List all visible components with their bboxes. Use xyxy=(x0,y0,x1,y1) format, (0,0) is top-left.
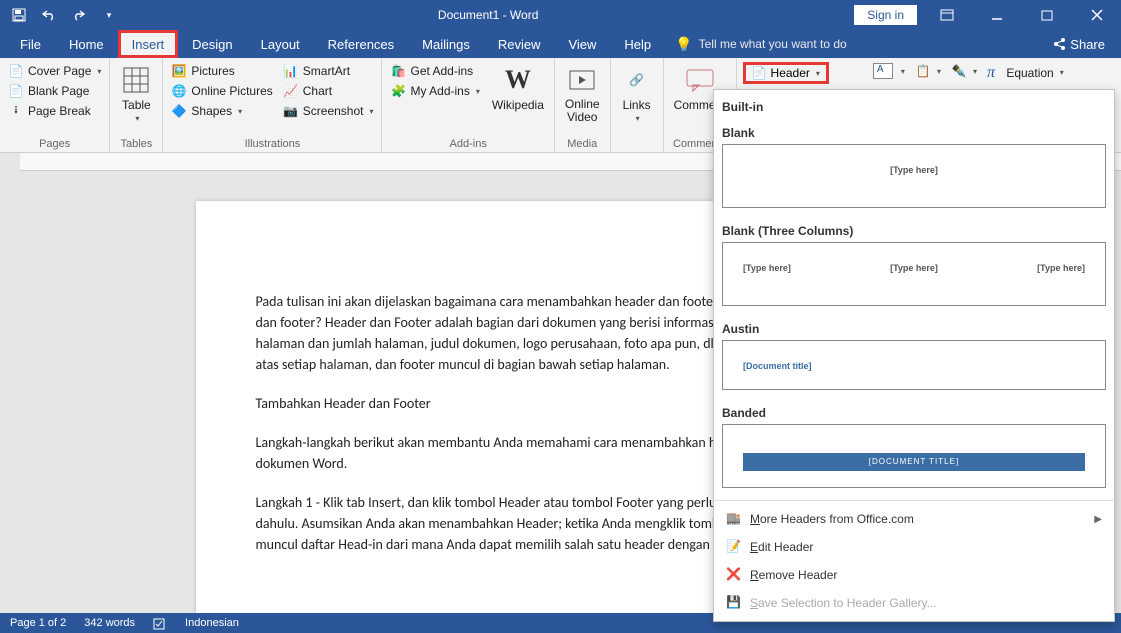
tab-layout[interactable]: Layout xyxy=(247,30,314,58)
quickparts-button[interactable]: 📋▾ xyxy=(913,62,943,80)
table-icon xyxy=(120,64,152,96)
save-icon[interactable] xyxy=(6,2,32,28)
save-gallery-icon: 💾 xyxy=(726,595,742,611)
comment-icon xyxy=(684,64,716,96)
close-icon[interactable] xyxy=(1077,0,1117,30)
pictures-button[interactable]: 🖼️Pictures xyxy=(169,62,274,80)
header-icon: 📄 xyxy=(752,66,767,80)
tab-references[interactable]: References xyxy=(314,30,408,58)
addins-icon: 🧩 xyxy=(390,83,406,99)
tab-help[interactable]: Help xyxy=(610,30,665,58)
lightbulb-icon: 💡 xyxy=(675,36,692,53)
remove-icon: ❌ xyxy=(726,567,742,583)
qat-dropdown-icon[interactable]: ▾ xyxy=(96,2,122,28)
gallery-banded-label: Banded xyxy=(722,396,1106,424)
gallery-item-banded[interactable]: [DOCUMENT TITLE] xyxy=(722,424,1106,488)
edit-header-button[interactable]: 📝 Edit Header xyxy=(714,533,1114,561)
chart-button[interactable]: 📈Chart xyxy=(281,82,376,100)
remove-header-button[interactable]: ❌ Remove Header xyxy=(714,561,1114,589)
shapes-button[interactable]: 🔷Shapes▾ xyxy=(169,102,274,120)
maximize-icon[interactable] xyxy=(1027,0,1067,30)
spellcheck-icon[interactable] xyxy=(153,616,167,630)
group-illustrations-label: Illustrations xyxy=(169,136,375,150)
smartart-icon: 📊 xyxy=(283,63,299,79)
group-tables-label: Tables xyxy=(116,136,156,150)
tab-file[interactable]: File xyxy=(6,30,55,58)
online-picture-icon: 🌐 xyxy=(171,83,187,99)
smartart-button[interactable]: 📊SmartArt xyxy=(281,62,376,80)
tab-design[interactable]: Design xyxy=(178,30,246,58)
gallery-blank3-label: Blank (Three Columns) xyxy=(722,214,1106,242)
blank-page-button[interactable]: 📄Blank Page xyxy=(6,82,103,100)
signature-icon: ✒️ xyxy=(951,63,967,79)
tab-mailings[interactable]: Mailings xyxy=(408,30,484,58)
group-pages-label: Pages xyxy=(6,136,103,150)
gallery-item-blank3[interactable]: [Type here] [Type here] [Type here] xyxy=(722,242,1106,306)
save-selection-button: 💾 Save Selection to Header Gallery... xyxy=(714,589,1114,617)
table-button[interactable]: Table▾ xyxy=(116,62,156,125)
header-gallery: Built-in Blank [Type here] Blank (Three … xyxy=(713,89,1115,622)
tell-me-search[interactable]: 💡 Tell me what you want to do xyxy=(665,30,857,58)
online-pictures-button[interactable]: 🌐Online Pictures xyxy=(169,82,274,100)
video-icon xyxy=(566,64,598,96)
language-status[interactable]: Indonesian xyxy=(185,617,239,629)
more-headers-button[interactable]: 🏬 More Headers from Office.com ▶ xyxy=(714,505,1114,533)
screenshot-icon: 📷 xyxy=(283,103,299,119)
chart-icon: 📈 xyxy=(283,83,299,99)
tab-review[interactable]: Review xyxy=(484,30,555,58)
equation-button[interactable]: π Equation▾ xyxy=(985,62,1066,83)
share-button[interactable]: Share xyxy=(1036,30,1121,58)
page-number-status[interactable]: Page 1 of 2 xyxy=(10,617,66,629)
word-count-status[interactable]: 342 words xyxy=(84,617,135,629)
undo-icon[interactable] xyxy=(36,2,62,28)
tab-insert[interactable]: Insert xyxy=(118,30,179,58)
redo-icon[interactable] xyxy=(66,2,92,28)
ribbon-display-icon[interactable] xyxy=(927,0,967,30)
shapes-icon: 🔷 xyxy=(171,103,187,119)
get-addins-button[interactable]: 🛍️Get Add-ins xyxy=(388,62,481,80)
header-dropdown-button[interactable]: 📄 Header▾ xyxy=(743,62,829,84)
gallery-blank-label: Blank xyxy=(722,116,1106,144)
group-addins-label: Add-ins xyxy=(388,136,547,150)
wikipedia-icon: W xyxy=(502,64,534,96)
store-icon: 🛍️ xyxy=(390,63,406,79)
edit-icon: 📝 xyxy=(726,539,742,555)
office-icon: 🏬 xyxy=(726,511,742,527)
online-video-button[interactable]: Online Video xyxy=(561,62,604,126)
sign-in-button[interactable]: Sign in xyxy=(854,5,917,25)
share-icon xyxy=(1052,37,1066,51)
parts-icon: 📋 xyxy=(915,63,931,79)
chevron-right-icon: ▶ xyxy=(1094,514,1102,525)
screenshot-button[interactable]: 📷Screenshot▾ xyxy=(281,102,376,120)
title-bar: ▾ Document1 - Word Sign in xyxy=(0,0,1121,30)
gallery-category: Built-in xyxy=(722,96,1106,116)
my-addins-button[interactable]: 🧩My Add-ins▾ xyxy=(388,82,481,100)
textbox-icon xyxy=(873,63,893,79)
tab-home[interactable]: Home xyxy=(55,30,118,58)
link-icon: 🔗 xyxy=(621,64,653,96)
tell-me-label: Tell me what you want to do xyxy=(699,37,847,51)
textbox-button[interactable]: ▾ xyxy=(871,62,907,80)
picture-icon: 🖼️ xyxy=(171,63,187,79)
wikipedia-button[interactable]: W Wikipedia xyxy=(488,62,548,114)
share-label: Share xyxy=(1070,37,1105,52)
gallery-item-blank[interactable]: [Type here] xyxy=(722,144,1106,208)
tab-view[interactable]: View xyxy=(554,30,610,58)
group-media-label: Media xyxy=(561,136,604,150)
page-break-button[interactable]: ⭭Page Break xyxy=(6,102,103,120)
page-icon: 📄 xyxy=(8,83,24,99)
minimize-icon[interactable] xyxy=(977,0,1017,30)
gallery-item-austin[interactable]: [Document title] xyxy=(722,340,1106,390)
page-icon: 📄 xyxy=(8,63,24,79)
signature-button[interactable]: ✒️▾ xyxy=(949,62,979,80)
window-title: Document1 - Word xyxy=(122,8,854,22)
links-button[interactable]: 🔗 Links▾ xyxy=(617,62,657,125)
ribbon-tabs: File Home Insert Design Layout Reference… xyxy=(0,30,1121,58)
break-icon: ⭭ xyxy=(8,103,24,119)
gallery-austin-label: Austin xyxy=(722,312,1106,340)
pi-icon: π xyxy=(987,63,995,82)
cover-page-button[interactable]: 📄Cover Page▾ xyxy=(6,62,103,80)
